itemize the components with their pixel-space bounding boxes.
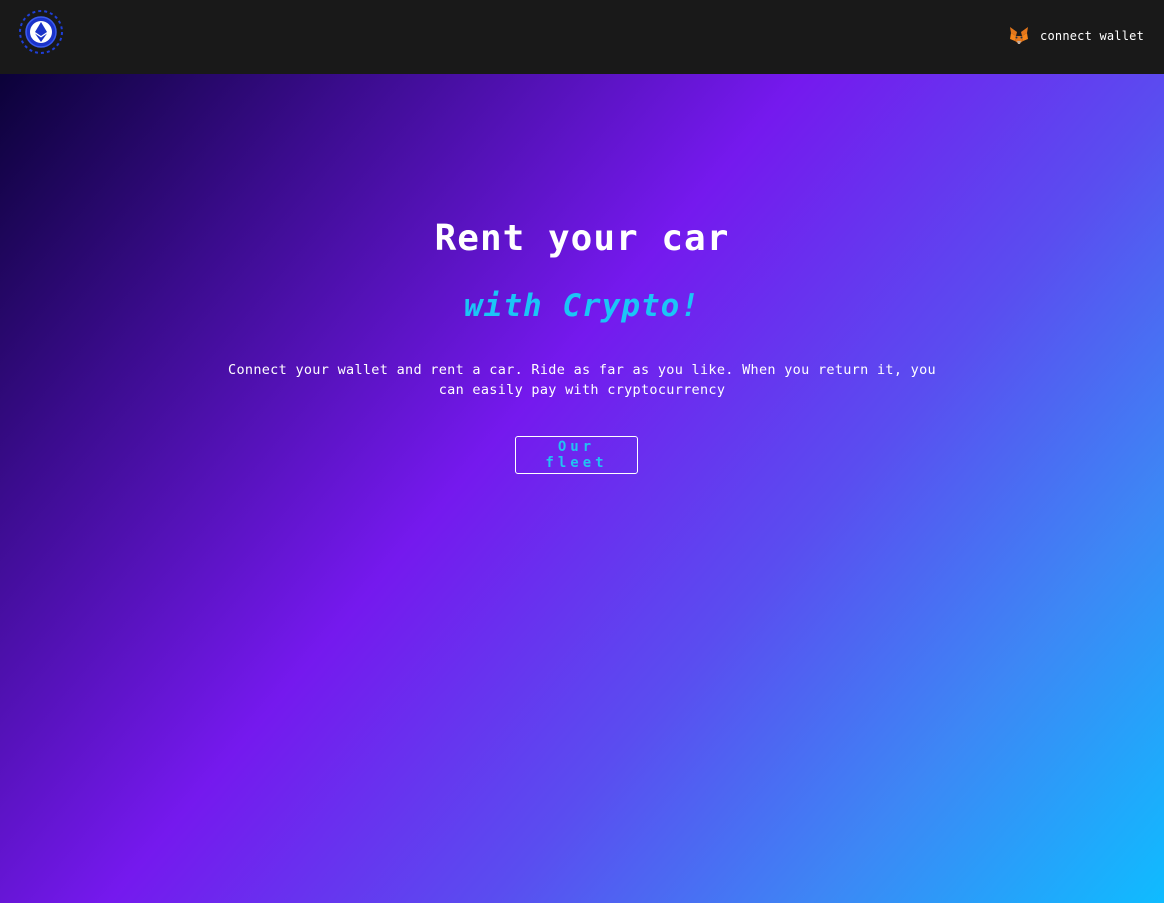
hero-subtitle: with Crypto! (464, 288, 700, 324)
navbar: connect wallet (0, 0, 1164, 74)
connect-wallet-button[interactable]: connect wallet (1008, 22, 1144, 50)
metamask-fox-icon (1010, 27, 1029, 44)
ethereum-gear-logo-icon[interactable] (18, 9, 64, 55)
hero-title: Rent your car (434, 218, 730, 259)
connect-wallet-label: connect wallet (1040, 29, 1144, 43)
our-fleet-button[interactable]: Our fleet (515, 436, 638, 474)
hero-description: Connect your wallet and rent a car. Ride… (228, 362, 936, 398)
page: connect wallet Rent your car with Crypto… (0, 0, 1164, 903)
